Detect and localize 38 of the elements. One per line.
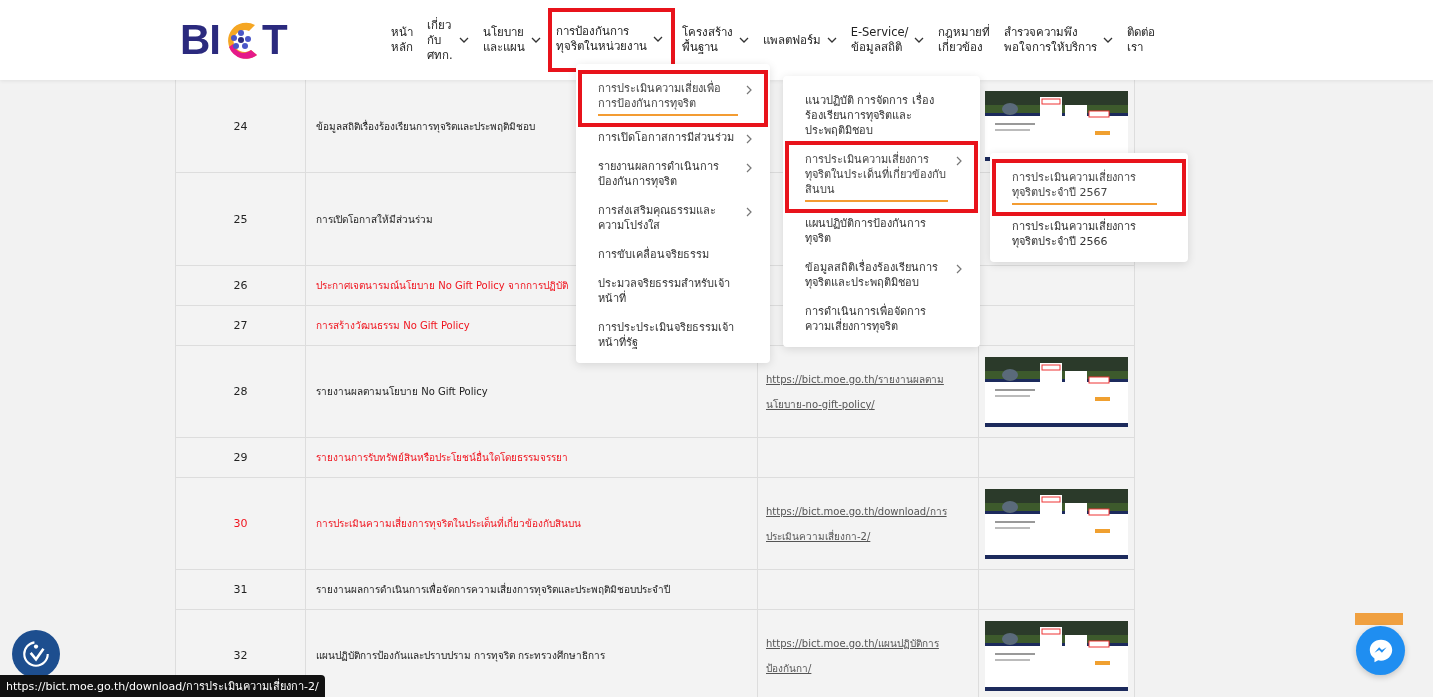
chevron-down-icon: [458, 37, 469, 43]
menu-item[interactable]: การดำเนินการเพื่อจัดการความเสี่ยงการทุจริต: [789, 297, 974, 341]
chevron-down-icon: [530, 37, 541, 43]
chevron-right-icon: [746, 85, 752, 95]
logo-text[interactable]: T: [262, 16, 287, 64]
menu-item[interactable]: การประเมินความเสี่ยงการทุจริตประจำปี 2566: [996, 212, 1182, 256]
logo-text[interactable]: BI: [180, 16, 220, 64]
menu-item[interactable]: แผนปฏิบัติการป้องกันการทุจริต: [789, 209, 974, 253]
nav-link[interactable]: ติดต่อ เรา: [1124, 17, 1159, 63]
url-link[interactable]: https://bict.moe.go.th/รายงานผลตาม นโยบาย-no-gift-policy/: [766, 366, 944, 417]
nav-link[interactable]: กฎหมายที่ เกี่ยวข้อง: [935, 17, 994, 63]
nav-link[interactable]: สำรวจความพึง พอใจการให้บริการ: [1001, 17, 1117, 63]
accessibility-icon: [20, 638, 52, 670]
nav-link[interactable]: E-Service/ ข้อมูลสถิติ: [847, 17, 928, 63]
chevron-right-icon: [746, 163, 752, 173]
chevron-down-icon: [914, 37, 925, 43]
nav-link[interactable]: การป้องกันการ ทุจริตในหน่วยงาน: [551, 12, 671, 68]
nav-link[interactable]: โครงสร้าง พื้นฐาน: [678, 17, 752, 63]
menu-item[interactable]: ข้อมูลสถิติเรื่องร้องเรียนการทุจริตและประพฤติมิชอบ: [789, 253, 974, 297]
nav-link[interactable]: แพลตฟอร์ม: [759, 24, 840, 56]
menu-item[interactable]: แนวปฏิบัติ การจัดการ เรื่องร้องเรียนการทุจริตและประพฤติมิชอบ: [789, 86, 974, 145]
accessibility-button[interactable]: [12, 630, 60, 678]
chevron-right-icon: [746, 134, 752, 144]
chevron-down-icon: [1103, 37, 1114, 43]
chevron-down-icon: [738, 37, 749, 43]
chat-button[interactable]: [1356, 626, 1405, 675]
menu-item[interactable]: การประเมินความเสี่ยงการทุจริตในประเด็นที่เกี่ยวข้องกับสินบน: [789, 145, 974, 209]
chevron-down-icon: [826, 37, 837, 43]
url-link[interactable]: https://bict.moe.go.th/แผนปฏิบัติการ ป้องกันกา/: [766, 630, 939, 681]
nav-link[interactable]: หน้า หลัก: [388, 17, 416, 63]
nav-link[interactable]: นโยบาย และแผน: [479, 17, 544, 63]
chevron-right-icon: [746, 207, 752, 217]
chevron-right-icon: [956, 264, 962, 274]
chevron-down-icon: [652, 36, 663, 42]
nav-link[interactable]: เกี่ยว กับ ศทก.: [424, 9, 472, 71]
status-bar-url: https://bict.moe.go.th/download/การประเมินความเสี่ยงกา-2/: [0, 675, 325, 697]
chevron-right-icon: [956, 156, 962, 166]
url-link[interactable]: https://bict.moe.go.th/download/การ ประเมินความเสี่ยงกา-2/: [766, 498, 947, 549]
